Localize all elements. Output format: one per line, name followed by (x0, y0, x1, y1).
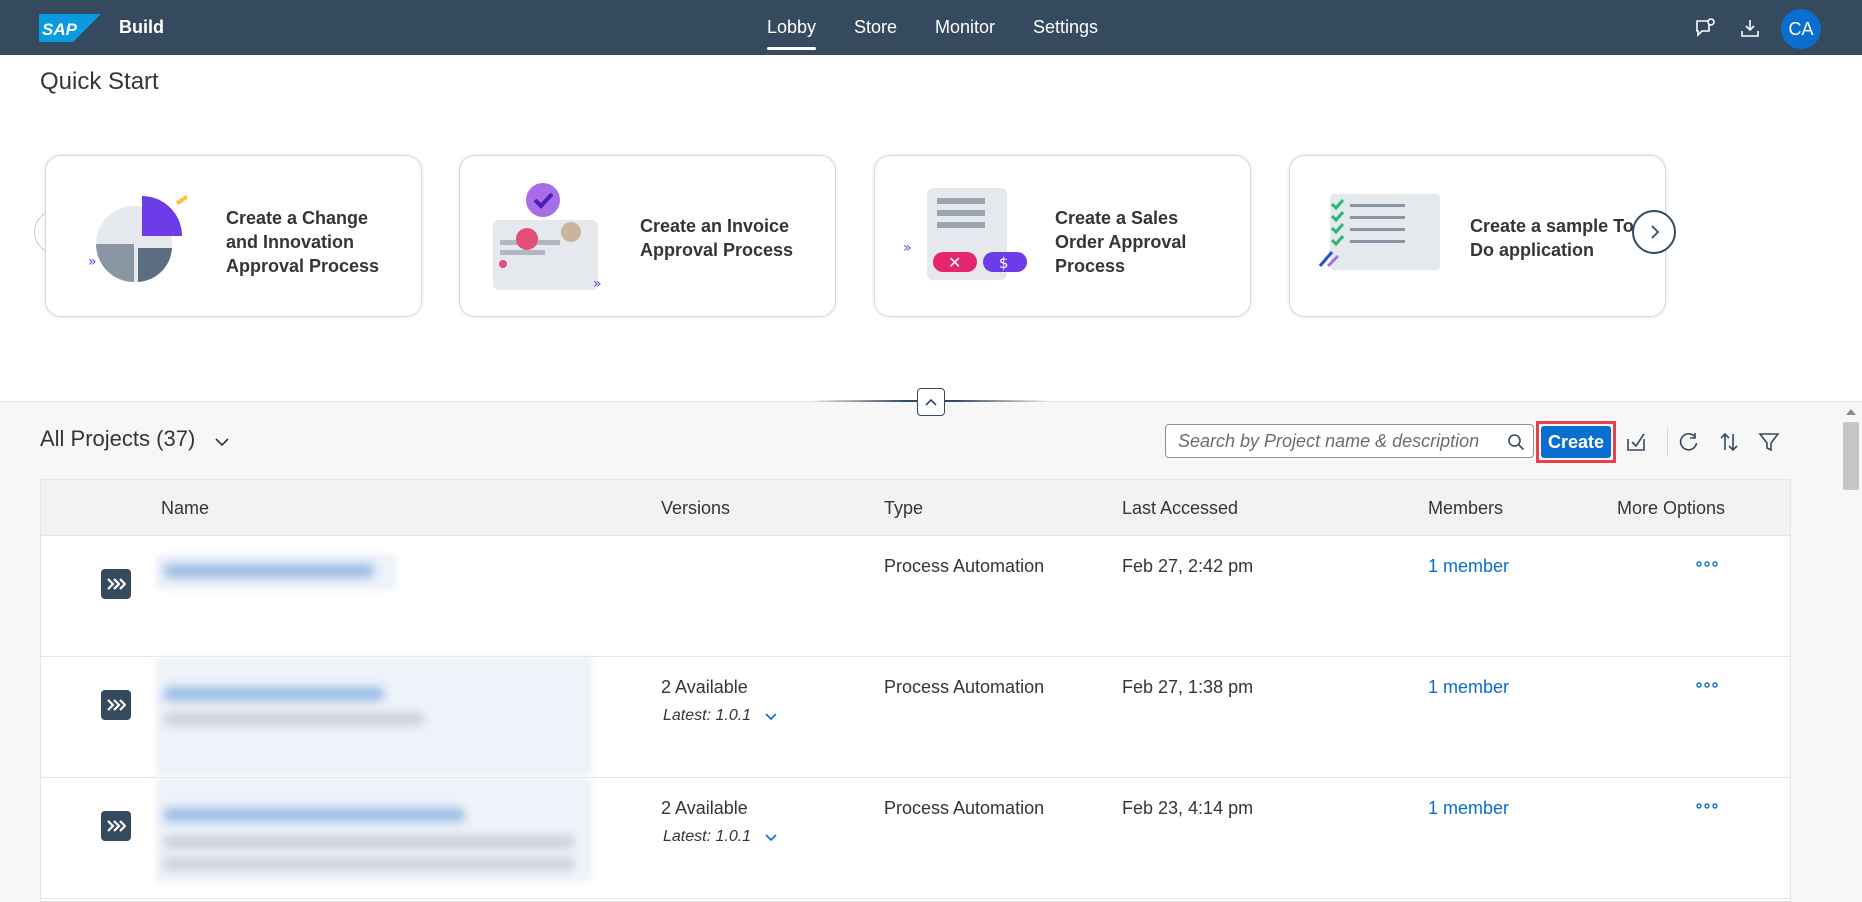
redacted-project-name[interactable] (156, 778, 592, 882)
process-automation-icon (101, 690, 131, 720)
redacted-project-name[interactable] (156, 657, 592, 775)
chevron-down-icon[interactable] (763, 709, 779, 725)
more-options-icon[interactable] (1693, 677, 1721, 693)
members-link[interactable]: 1 member (1428, 556, 1509, 577)
table-row[interactable]: Process Automation Feb 27, 2:42 pm 1 mem… (41, 536, 1790, 657)
last-accessed: Feb 23, 4:14 pm (1122, 798, 1254, 818)
quick-start-title: Quick Start (40, 68, 159, 95)
svg-text:✕: ✕ (948, 253, 961, 272)
search-input[interactable] (1166, 425, 1496, 457)
all-projects-title: All Projects (37) (40, 426, 196, 451)
project-type: Process Automation (884, 677, 1045, 697)
quick-start-card-sales-order[interactable]: ✕ $ » Create a Sales Order Approval Proc… (874, 155, 1251, 317)
feedback-icon[interactable] (1691, 14, 1719, 42)
more-options-icon[interactable] (1693, 556, 1721, 572)
chevron-down-icon[interactable] (763, 830, 779, 846)
svg-text:»: » (903, 240, 912, 256)
project-type: Process Automation (884, 556, 1045, 576)
carousel-next-button[interactable] (1632, 210, 1676, 254)
app-title: Build (119, 17, 164, 37)
svg-text:»: » (88, 254, 97, 270)
latest-version[interactable]: Latest: 1.0.1 (663, 707, 751, 725)
svg-text:$: $ (999, 254, 1009, 272)
shell-bar: SAP Build Lobby Store Monitor Settings C… (0, 0, 1862, 55)
user-avatar[interactable]: CA (1781, 9, 1821, 49)
chevron-right-icon (1651, 225, 1660, 239)
quick-start-card-invoice[interactable]: » Create an Invoice Approval Process (459, 155, 836, 317)
create-button[interactable]: Create (1541, 426, 1611, 458)
chevron-down-icon (215, 438, 229, 447)
last-accessed: Feb 27, 1:38 pm (1122, 677, 1254, 697)
column-header-versions[interactable]: Versions (661, 480, 730, 536)
table-row[interactable]: 2 Available Latest: 1.0.1 Process Automa… (41, 657, 1790, 778)
nav-store[interactable]: Store (854, 0, 897, 55)
scrollbar-thumb[interactable] (1843, 422, 1859, 490)
svg-text:»: » (593, 276, 602, 292)
collapse-quick-start-button[interactable] (917, 388, 945, 416)
table-row[interactable]: 2 Available Latest: 1.0.1 Process Automa… (41, 778, 1790, 899)
card-title: Create a sample To-Do application (1470, 216, 1640, 260)
redacted-project-name[interactable] (156, 554, 396, 590)
invoice-illustration: » (493, 183, 602, 292)
sort-icon[interactable] (1715, 428, 1743, 456)
column-header-last-accessed[interactable]: Last Accessed (1122, 480, 1238, 536)
project-type: Process Automation (884, 798, 1045, 818)
versions-count: 2 Available (661, 677, 748, 697)
sap-logo[interactable]: SAP (39, 14, 101, 42)
search-icon[interactable] (1505, 431, 1527, 453)
refresh-icon[interactable] (1675, 428, 1703, 456)
pie-chart-illustration: » (88, 194, 189, 282)
process-automation-icon (101, 811, 131, 841)
latest-version[interactable]: Latest: 1.0.1 (663, 828, 751, 846)
filter-icon[interactable] (1755, 428, 1783, 456)
nav-monitor[interactable]: Monitor (935, 0, 995, 55)
column-header-members[interactable]: Members (1428, 480, 1503, 536)
download-icon[interactable] (1736, 14, 1764, 42)
card-title: Create a Change and Innovation Approval … (226, 208, 380, 276)
column-header-type[interactable]: Type (884, 480, 923, 536)
card-title: Create a Sales Order Approval Process (1055, 208, 1187, 276)
sales-order-illustration: ✕ $ » (903, 188, 1027, 280)
quick-start-card-todo[interactable]: Create a sample To-Do application (1289, 155, 1666, 317)
import-icon[interactable] (1622, 428, 1650, 456)
last-accessed: Feb 27, 2:42 pm (1122, 556, 1254, 576)
toolbar-separator (1667, 428, 1668, 456)
column-header-name[interactable]: Name (161, 480, 209, 536)
create-button-highlight: Create (1536, 421, 1616, 463)
project-search[interactable] (1165, 424, 1534, 458)
nav-lobby[interactable]: Lobby (767, 0, 817, 55)
projects-table: Name Versions Type Last Accessed Members… (40, 479, 1791, 902)
scroll-up-arrow-icon[interactable] (1844, 406, 1858, 416)
members-link[interactable]: 1 member (1428, 677, 1509, 698)
quick-start-card-change[interactable]: » Create a Change and Innovation Approva… (45, 155, 422, 317)
projects-dropdown-button[interactable] (212, 432, 232, 452)
table-header: Name Versions Type Last Accessed Members… (41, 480, 1790, 536)
nav-settings[interactable]: Settings (1033, 0, 1098, 55)
process-automation-icon (101, 569, 131, 599)
versions-count: 2 Available (661, 798, 748, 818)
svg-text:SAP: SAP (42, 20, 78, 39)
todo-illustration (1318, 194, 1440, 270)
column-header-more-options: More Options (1617, 498, 1726, 518)
chevron-up-icon (925, 398, 937, 406)
more-options-icon[interactable] (1693, 798, 1721, 814)
card-title: Create an Invoice Approval Process (640, 216, 794, 260)
members-link[interactable]: 1 member (1428, 798, 1509, 819)
